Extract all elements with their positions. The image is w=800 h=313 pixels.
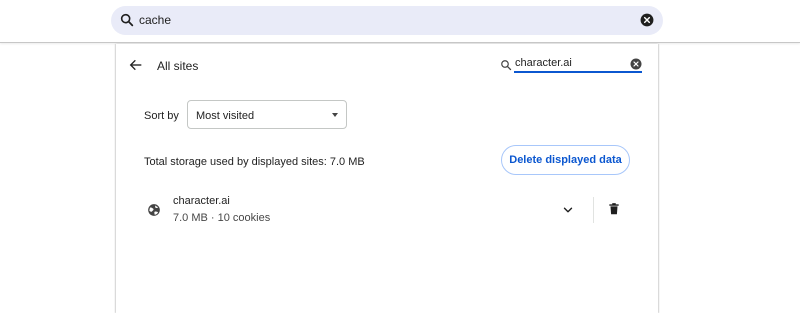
search-icon <box>501 60 512 71</box>
site-filter-input[interactable] <box>514 57 642 73</box>
sort-dropdown[interactable]: Most visited <box>187 100 347 129</box>
chevron-down-icon[interactable] <box>561 203 575 217</box>
settings-search-input[interactable]: cache <box>139 13 171 27</box>
site-name[interactable]: character.ai <box>173 195 230 207</box>
trash-icon[interactable] <box>607 201 621 217</box>
site-list-item[interactable]: character.ai 7.0 MB · 10 cookies <box>116 189 658 231</box>
clear-search-icon[interactable] <box>640 13 654 27</box>
page-title: All sites <box>157 59 199 73</box>
dropdown-caret-icon <box>332 113 338 117</box>
row-divider <box>593 197 594 223</box>
sort-selected-value: Most visited <box>196 110 255 122</box>
all-sites-card: All sites Sort by Most visited Total sto… <box>116 44 658 313</box>
clear-filter-icon[interactable] <box>630 58 642 70</box>
search-icon <box>120 13 134 27</box>
settings-toolbar: cache <box>0 0 800 43</box>
back-arrow-icon[interactable] <box>128 57 144 73</box>
sort-label: Sort by <box>144 110 179 122</box>
globe-icon <box>148 204 160 216</box>
delete-displayed-data-button[interactable]: Delete displayed data <box>501 145 630 175</box>
settings-search-box[interactable]: cache <box>111 6 663 35</box>
storage-summary: Total storage used by displayed sites: 7… <box>144 156 365 168</box>
site-storage-info: 7.0 MB · 10 cookies <box>173 212 271 224</box>
